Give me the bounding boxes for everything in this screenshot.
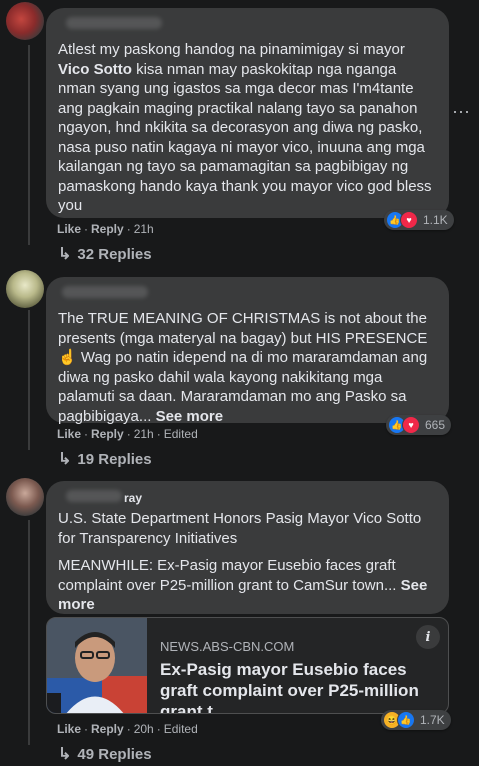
like-icon: 👍 [397,711,415,729]
comment-actions: Like · Reply · 21h · Edited [57,427,198,441]
comment-text: Atlest my paskong handog na pinamimigay … [58,41,432,214]
info-icon[interactable]: i [416,625,440,649]
timestamp[interactable]: 21h [134,427,154,441]
love-icon: ♥ [400,211,418,229]
edited-label: Edited [163,427,198,441]
view-replies-button[interactable]: ↳ 32 Replies [58,244,152,264]
author-name[interactable] [66,17,162,29]
thread-line [28,310,30,450]
reaction-summary[interactable]: 👍 ♥ 665 [386,415,452,435]
edited-label: Edited [163,722,198,736]
see-more-link[interactable]: See more [156,408,224,425]
link-thumbnail[interactable] [47,618,147,713]
comment-bubble: The TRUE MEANING OF CHRISTMAS is not abo… [46,277,449,425]
comment-actions: Like · Reply · 20h · Edited [57,722,198,736]
reply-button[interactable]: Reply [91,427,124,441]
like-button[interactable]: Like [57,722,81,736]
thread-line [28,45,30,245]
comment-text: U.S. State Department Honors Pasig Mayor… [58,510,428,613]
reply-arrow-icon: ↳ [58,246,72,263]
reply-arrow-icon: ↳ [58,451,72,468]
reply-button[interactable]: Reply [91,222,124,236]
author-name[interactable] [66,490,122,502]
reply-button[interactable]: Reply [91,722,124,736]
avatar[interactable] [6,478,44,516]
author-name-partial[interactable]: ray [124,491,142,505]
author-name[interactable] [62,286,148,298]
thread-line [28,520,30,745]
link-preview-card[interactable]: NEWS.ABS-CBN.COM Ex-Pasig mayor Eusebio … [46,617,449,714]
like-button[interactable]: Like [57,222,81,236]
reaction-summary[interactable]: 👍 ♥ 1.1K [384,210,454,230]
comment-bubble: Atlest my paskong handog na pinamimigay … [46,8,449,218]
news-photo-icon [47,618,147,713]
timestamp[interactable]: 20h [134,722,154,736]
reply-arrow-icon: ↳ [58,746,72,763]
comment-text: The TRUE MEANING OF CHRISTMAS is not abo… [58,310,428,425]
avatar[interactable] [6,270,44,308]
view-replies-button[interactable]: ↳ 49 Replies [58,744,152,764]
link-domain: NEWS.ABS-CBN.COM [160,639,295,654]
more-options-icon[interactable]: ⋯ [452,102,471,123]
mention-link[interactable]: Vico Sotto [58,61,132,78]
view-replies-button[interactable]: ↳ 19 Replies [58,449,152,469]
love-icon: ♥ [402,416,420,434]
comment-actions: Like · Reply · 21h [57,222,154,236]
timestamp[interactable]: 21h [134,222,154,236]
link-title[interactable]: Ex-Pasig mayor Eusebio faces graft compl… [160,659,440,713]
reaction-summary[interactable]: 😆 👍 1.7K [381,710,451,730]
like-button[interactable]: Like [57,427,81,441]
avatar[interactable] [6,2,44,40]
comment-bubble: ray U.S. State Department Honors Pasig M… [46,481,449,614]
